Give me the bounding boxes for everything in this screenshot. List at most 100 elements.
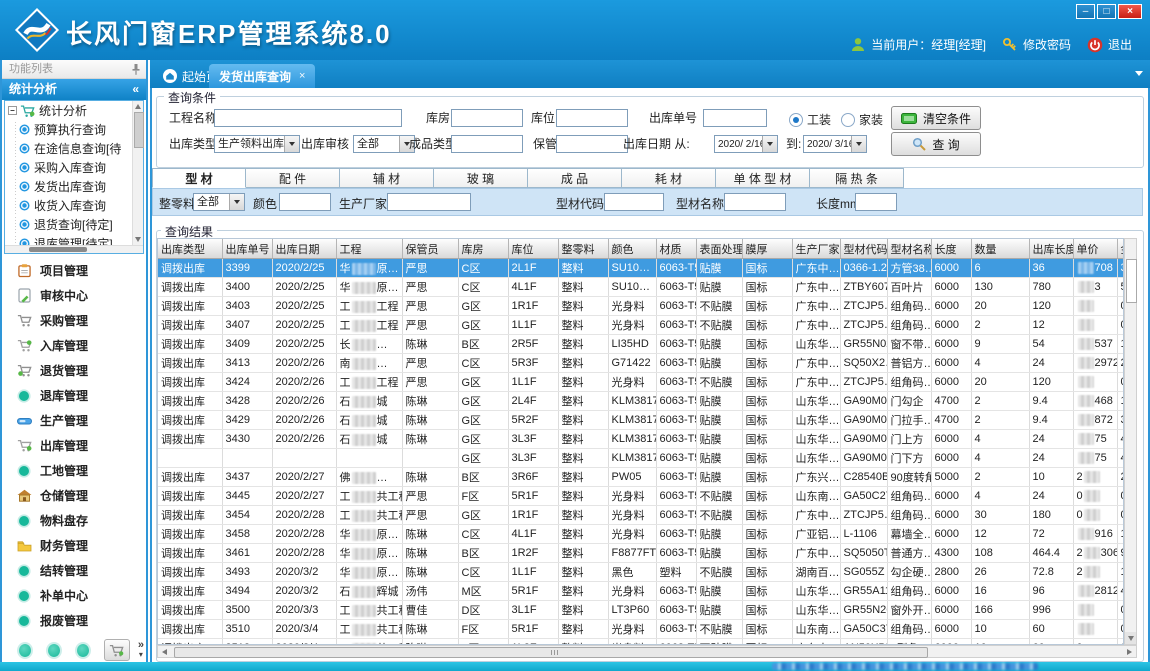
table-row[interactable]: 调拨出库34092020/2/25长…陈琳B区2R5F整料LI35HD6063-… [158, 335, 1124, 354]
column-header[interactable]: 单价 [1073, 239, 1117, 259]
table-v-scrollbar[interactable] [1124, 238, 1137, 645]
tree-item[interactable]: 退库管理[待定] [5, 234, 132, 245]
column-header[interactable]: 库位 [508, 239, 558, 259]
scroll-thumb[interactable] [174, 647, 928, 658]
scroll-right-icon[interactable] [1127, 649, 1132, 655]
profile-code-input[interactable] [604, 193, 664, 211]
sidebar-menu-item[interactable]: 补单中心 [4, 583, 144, 608]
column-header[interactable]: 型材代码 [840, 239, 887, 259]
material-tab[interactable]: 型 材 [152, 168, 246, 188]
table-row[interactable]: 调拨出库34542020/2/28工共工程严思G区1R1F整料光身料6063-T… [158, 506, 1124, 525]
table-row[interactable]: 调拨出库34582020/2/28华原…陈琳C区4L1F整料光身料6063-T5… [158, 525, 1124, 544]
pin-icon[interactable] [132, 64, 140, 75]
table-row[interactable]: 调拨出库34032020/2/25工工程严思G区1R1F整料光身料6063-T5… [158, 297, 1124, 316]
column-header[interactable]: 生产厂家 [792, 239, 840, 259]
table-row[interactable]: 调拨出库35002020/3/3工共工程曹佳D区3L1F整料LT3P606063… [158, 601, 1124, 620]
color-input[interactable] [279, 193, 331, 211]
collapse-icon[interactable]: « [132, 79, 139, 100]
sidebar-menu-item[interactable]: 出库管理 [4, 433, 144, 458]
module-dot-icon[interactable] [19, 644, 31, 657]
tab-list-dropdown-icon[interactable] [1135, 71, 1143, 76]
column-header[interactable]: 型材名称 [887, 239, 931, 259]
sidebar-menu-item[interactable]: 物料盘存 [4, 508, 144, 533]
table-row[interactable]: 调拨出库34132020/2/26南…严思C区5R3F整料G714226063-… [158, 354, 1124, 373]
scroll-thumb[interactable] [29, 247, 87, 252]
column-header[interactable]: 数量 [971, 239, 1029, 259]
tree-h-scrollbar[interactable] [5, 245, 143, 253]
expander-icon[interactable] [8, 106, 17, 115]
material-tab[interactable]: 玻 璃 [434, 168, 528, 188]
sidebar-menu-item[interactable]: 报废管理 [4, 608, 144, 633]
table-row[interactable]: 调拨出库35102020/3/4工共工程陈琳F区5R1F整料光身料6063-T5… [158, 620, 1124, 639]
table-row[interactable]: 调拨出库34302020/2/26石城陈琳G区3L3F整料KLM38176063… [158, 430, 1124, 449]
table-row[interactable]: 调拨出库34002020/2/25华原…严思C区4L1F整料SU10…6063-… [158, 278, 1124, 297]
column-header[interactable]: 材质 [656, 239, 696, 259]
location-input[interactable] [556, 109, 628, 127]
table-row[interactable]: 调拨出库34612020/2/28华原…陈琳B区1R2F整料F8877FT606… [158, 544, 1124, 563]
overflow-more-button[interactable]: »▾ [138, 641, 144, 659]
sidebar-menu-item[interactable]: 项目管理 [4, 258, 144, 283]
change-password-link[interactable]: 修改密码 [1023, 36, 1071, 53]
sidebar-menu-item[interactable]: 采购管理 [4, 308, 144, 333]
module-dot-icon[interactable] [48, 644, 60, 657]
table-row[interactable]: 调拨出库34452020/2/27工共工程严思F区5R1F整料光身料6063-T… [158, 487, 1124, 506]
column-header[interactable]: 金 [1117, 239, 1124, 259]
column-header[interactable]: 膜厚 [742, 239, 792, 259]
column-header[interactable]: 出库长度 [1029, 239, 1073, 259]
order-no-input[interactable] [703, 109, 767, 127]
close-tab-icon[interactable]: × [299, 70, 305, 82]
column-header[interactable]: 长度 [931, 239, 971, 259]
tree-item[interactable]: 采购入库查询 [5, 158, 132, 177]
tab-shipping-outbound-query[interactable]: 发货出库查询 × [209, 64, 315, 88]
radio-homewear[interactable]: 家装 [841, 111, 883, 128]
tree-v-scrollbar[interactable] [132, 101, 143, 245]
profile-name-input[interactable] [724, 193, 786, 211]
column-header[interactable]: 出库类型 [158, 239, 222, 259]
sidebar-menu-item[interactable]: 财务管理 [4, 533, 144, 558]
material-tab[interactable]: 隔 热 条 [810, 168, 904, 188]
radio-workwear[interactable]: 工装 [789, 111, 831, 128]
sidebar-menu-item[interactable]: 退库管理 [4, 383, 144, 408]
material-tab[interactable]: 配 件 [246, 168, 340, 188]
material-tab[interactable]: 辅 材 [340, 168, 434, 188]
length-input[interactable] [855, 193, 897, 211]
sidebar-menu-item[interactable]: 生产管理 [4, 408, 144, 433]
column-header[interactable]: 出库单号 [222, 239, 272, 259]
scroll-down-button[interactable] [1125, 632, 1136, 644]
sidebar-menu-item[interactable]: 仓储管理 [4, 483, 144, 508]
date-to-input[interactable]: 2020/ 3/16 [803, 135, 867, 153]
table-row[interactable]: 调拨出库34072020/2/25工工程严思G区1L1F整料光身料6063-T5… [158, 316, 1124, 335]
scroll-up-icon[interactable] [135, 104, 141, 109]
sidebar-menu-item[interactable]: 工地管理 [4, 458, 144, 483]
sidebar-menu-item[interactable]: 入库管理 [4, 333, 144, 358]
table-row[interactable]: 调拨出库34242020/2/26工工程严思G区1L1F整料光身料6063-T5… [158, 373, 1124, 392]
close-button[interactable]: × [1118, 4, 1142, 19]
warehouse-input[interactable] [451, 109, 523, 127]
sidebar-group-header[interactable]: 统计分析 « [2, 79, 146, 100]
scroll-thumb[interactable] [134, 112, 144, 148]
sidebar-menu-item[interactable]: 审核中心 [4, 283, 144, 308]
tree-item[interactable]: 预算执行查询 [5, 120, 132, 139]
table-row[interactable]: 调拨出库34292020/2/26石城陈琳G区5R2F整料KLM38176063… [158, 411, 1124, 430]
column-header[interactable]: 整零料 [558, 239, 608, 259]
product-type-input[interactable] [451, 135, 523, 153]
tree-item[interactable]: 发货出库查询 [5, 177, 132, 196]
scroll-thumb[interactable] [1126, 259, 1137, 303]
tree-item[interactable]: 收货入库查询 [5, 196, 132, 215]
table-row[interactable]: 调拨出库34942020/3/2石辉城汤伟M区5R1F整料光身料6063-T5贴… [158, 582, 1124, 601]
column-header[interactable]: 库房 [458, 239, 508, 259]
material-tab[interactable]: 耗 材 [622, 168, 716, 188]
whole-part-select[interactable]: 全部 [193, 193, 245, 211]
column-header[interactable]: 表面处理 [696, 239, 742, 259]
table-row[interactable]: 调拨出库34932020/3/2华原…陈琳C区1L1F整料黑色塑料不贴膜国标湖南… [158, 563, 1124, 582]
column-header[interactable]: 颜色 [608, 239, 656, 259]
material-tab[interactable]: 单 体 型 材 [716, 168, 810, 188]
sidebar-menu-item[interactable]: 结转管理 [4, 558, 144, 583]
module-dot-icon[interactable] [77, 644, 89, 657]
module-cart-button[interactable] [104, 639, 130, 661]
table-h-scrollbar[interactable] [157, 645, 1137, 658]
column-header[interactable]: 工程 [336, 239, 402, 259]
logout-link[interactable]: 退出 [1108, 36, 1132, 53]
column-header[interactable]: 保管员 [402, 239, 458, 259]
keeper-input[interactable] [556, 135, 628, 153]
